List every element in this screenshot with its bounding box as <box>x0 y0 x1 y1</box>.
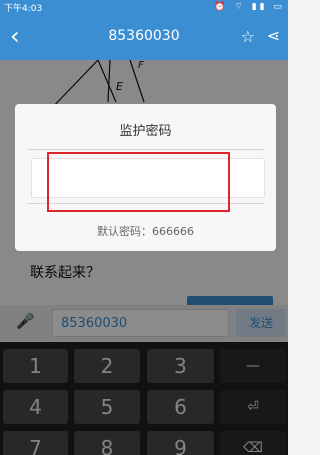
top-bar: ‹ 85360030 ☆ ⋖ <box>0 14 288 60</box>
status-icons: ⏰ ⌔ ▮▮ ▭ <box>214 2 285 12</box>
share-icon[interactable]: ⋖ <box>267 26 280 45</box>
status-bar: 下午4:03 ⏰ ⌔ ▮▮ ▭ <box>0 0 288 14</box>
highlight-box <box>47 152 230 212</box>
status-time: 下午4:03 <box>4 4 43 14</box>
divider <box>27 149 264 150</box>
star-icon[interactable]: ☆ <box>241 27 255 46</box>
default-password-hint: 默认密码：666666 <box>97 225 194 238</box>
dialog-title: 监护密码 <box>119 124 172 139</box>
